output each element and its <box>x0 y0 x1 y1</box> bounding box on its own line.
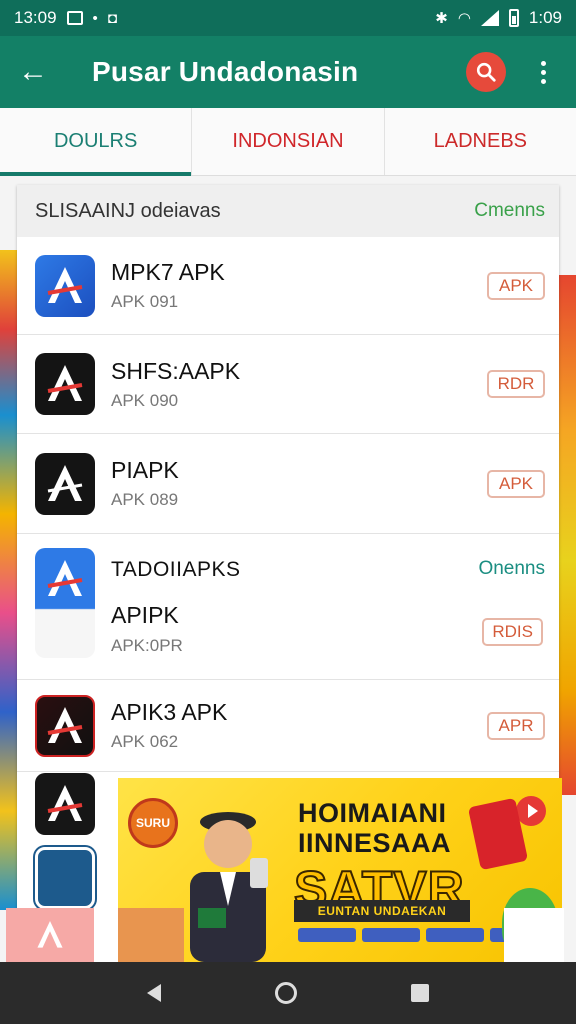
tab-doulrs[interactable]: DOULRS <box>0 108 193 176</box>
bluetooth-icon: ✱ <box>435 10 448 27</box>
nav-back-icon[interactable] <box>147 984 161 1002</box>
list-header: SLISAAINJ odeiavas Cmenns <box>17 185 559 237</box>
app-version: APK:0PR <box>111 636 183 655</box>
status-bar: 13:09 • ◘ ✱ ◠ 1:09 <box>0 0 576 36</box>
app-logo-icon <box>35 254 95 317</box>
status-time-right: 1:09 <box>528 8 562 27</box>
thumbnail-app-2[interactable] <box>118 908 184 962</box>
person-illustration-icon <box>190 812 268 962</box>
list-header-title: SLISAAINJ odeiavas <box>35 199 221 222</box>
battery-icon <box>508 9 519 27</box>
featured-section[interactable]: TADOIIAPKS Onenns APIPK APK:0PR RDIS <box>17 534 559 680</box>
tab-bar: DOULRS INDONSIAN LADNEBS <box>0 108 576 176</box>
app-version: APK 090 <box>111 390 179 410</box>
tab-indonsian[interactable]: INDONSIAN <box>192 108 385 175</box>
nav-home-icon[interactable] <box>275 982 297 1004</box>
app-name: PIAPK <box>111 457 179 483</box>
apk-badge-button[interactable]: APK <box>487 271 545 300</box>
app-name: MPK7 APK <box>111 259 225 285</box>
app-name: APIPK <box>111 602 179 628</box>
search-button[interactable] <box>466 52 506 92</box>
ad-banner[interactable]: SURU HOIMAIANI IINNESAAA SATVR EUNTAN UN… <box>118 778 562 962</box>
app-version: APK 089 <box>111 490 179 509</box>
wifi-icon: ◠ <box>457 10 471 27</box>
apk-badge-button[interactable]: APR <box>487 711 545 740</box>
signal-icon <box>480 10 499 26</box>
background-decoration-left <box>0 250 18 910</box>
section-link[interactable]: Onenns <box>478 558 545 580</box>
background-decoration-right <box>558 275 576 795</box>
app-logo-icon <box>35 452 95 515</box>
more-options-icon[interactable] <box>528 60 558 84</box>
status-time-left: 13:09 <box>14 8 57 27</box>
ad-strip: EUNTAN UNDAEKAN <box>294 900 470 922</box>
app-logo-icon[interactable] <box>35 847 95 909</box>
apk-badge-button[interactable]: RDR <box>487 370 545 398</box>
nav-recents-icon[interactable] <box>411 984 429 1002</box>
thumbnail-app-1[interactable] <box>6 908 94 962</box>
section-title: TADOIIAPKS <box>111 558 241 581</box>
back-arrow-icon[interactable]: ← <box>18 55 58 89</box>
dot-icon: • <box>92 9 98 27</box>
list-item[interactable]: MPK7 APK APK 091 APK <box>17 237 559 335</box>
screen: 13:09 • ◘ ✱ ◠ 1:09 ← Pusar Undadonasin D… <box>0 0 576 1024</box>
app-name: SHFS:AAPK <box>111 357 241 384</box>
shield-icon: ◘ <box>107 9 117 27</box>
page-title: Pusar Undadonasin <box>92 56 359 87</box>
thumbnail-app-3[interactable] <box>504 908 564 962</box>
play-icon[interactable] <box>516 796 546 826</box>
image-notification-icon <box>66 11 83 25</box>
app-version: APK 062 <box>111 732 179 751</box>
app-logo-icon <box>35 694 95 757</box>
system-nav-bar <box>0 962 576 1024</box>
ad-headline-2: IINNESAAA <box>298 828 452 858</box>
apk-badge-button[interactable]: RDIS <box>482 618 543 646</box>
app-logo-icon[interactable] <box>35 773 95 835</box>
app-logo-icon <box>35 548 95 658</box>
app-version: APK 091 <box>111 292 179 311</box>
tab-ladnebs[interactable]: LADNEBS <box>385 108 576 175</box>
app-name: APIK3 APK <box>111 699 228 725</box>
list-header-link[interactable]: Cmenns <box>474 200 545 222</box>
app-bar: ← Pusar Undadonasin <box>0 36 576 108</box>
apk-badge-button[interactable]: APK <box>487 469 545 498</box>
list-item[interactable]: APIK3 APK APK 062 APR <box>17 680 559 772</box>
list-item[interactable]: SHFS:AAPK APK 090 RDR <box>17 335 559 434</box>
app-logo-icon <box>35 353 95 415</box>
search-icon <box>476 62 496 82</box>
list-item[interactable]: PIAPK APK 089 APK <box>17 434 559 534</box>
ad-headline-1: HOIMAIANI <box>298 798 447 828</box>
